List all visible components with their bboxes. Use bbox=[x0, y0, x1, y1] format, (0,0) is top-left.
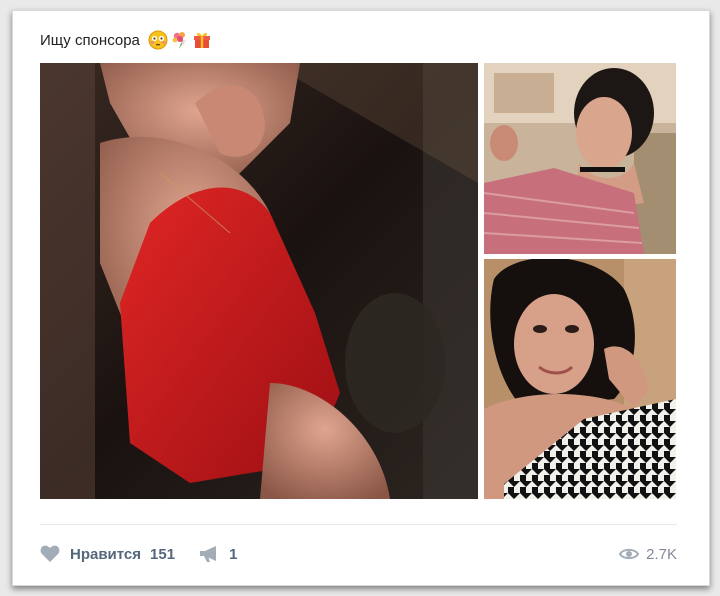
post-photo-bottom[interactable] bbox=[484, 259, 676, 499]
flushed-face-emoji-icon bbox=[148, 30, 168, 50]
post-divider bbox=[40, 524, 677, 525]
heart-icon bbox=[40, 544, 62, 564]
like-count: 151 bbox=[150, 545, 176, 563]
post-text: Ищу спонсора bbox=[40, 30, 212, 50]
like-button[interactable]: Нравится 151 bbox=[40, 544, 175, 564]
megaphone-icon bbox=[199, 544, 221, 564]
post-card: Ищу спонсора Нравится 151 1 2.7K bbox=[12, 10, 710, 586]
share-count: 1 bbox=[229, 545, 238, 563]
like-label: Нравится bbox=[70, 545, 142, 563]
post-photo-main[interactable] bbox=[40, 63, 478, 499]
photo-bottom-image bbox=[484, 259, 676, 499]
eye-icon bbox=[619, 547, 640, 561]
bouquet-emoji-icon bbox=[170, 30, 190, 50]
views-counter: 2.7K bbox=[619, 546, 677, 563]
post-actions: Нравится 151 1 2.7K bbox=[40, 541, 677, 567]
share-button[interactable]: 1 bbox=[199, 544, 237, 564]
views-count: 2.7K bbox=[646, 545, 677, 563]
photo-top-image bbox=[484, 63, 676, 254]
post-photo-top[interactable] bbox=[484, 63, 676, 254]
post-text-content: Ищу спонсора bbox=[40, 31, 140, 49]
photo-main-image bbox=[40, 63, 478, 499]
gift-emoji-icon bbox=[192, 30, 212, 50]
